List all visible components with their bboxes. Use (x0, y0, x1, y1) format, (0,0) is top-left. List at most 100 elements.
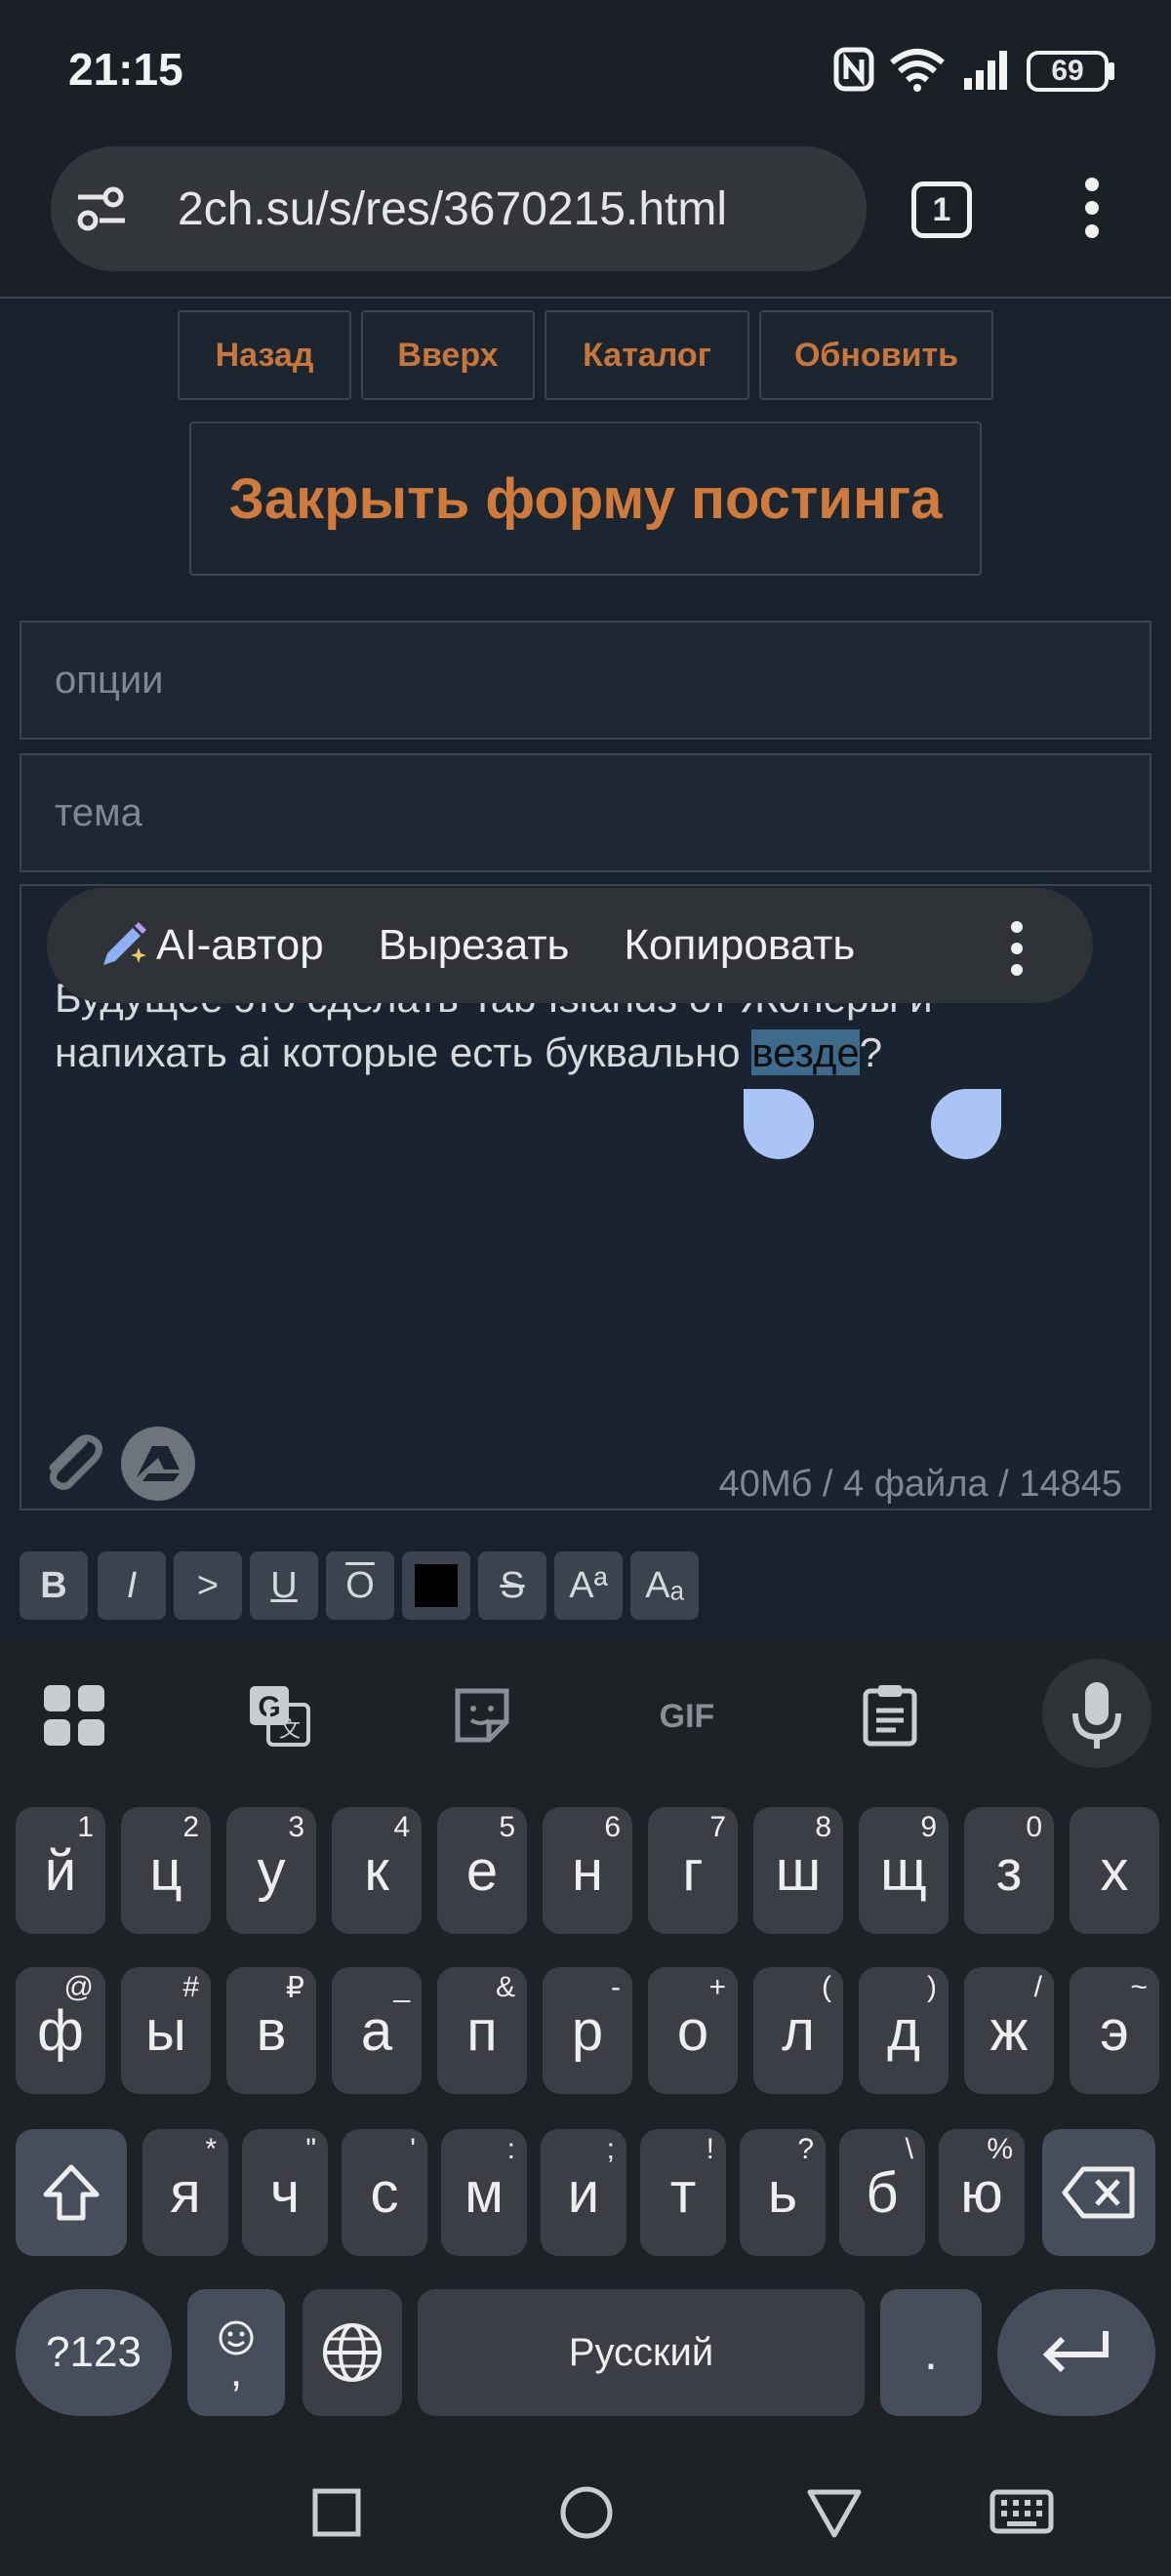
key-label: з (995, 1838, 1023, 1903)
key-label: щ (880, 1838, 927, 1903)
key-row1-10[interactable]: х (1070, 1807, 1159, 1934)
enter-key[interactable] (997, 2289, 1155, 2416)
back-button[interactable]: Назад (178, 310, 351, 400)
key-label: э (1100, 1998, 1129, 2063)
options-input[interactable]: опции (20, 621, 1151, 740)
key-hint: + (708, 1971, 726, 2003)
attach-file-icon[interactable] (33, 1425, 111, 1503)
key-label: б (866, 2160, 899, 2225)
back-nav-icon[interactable] (806, 2484, 863, 2541)
key-row2-6[interactable]: о + (648, 1967, 738, 2094)
subject-input[interactable]: тема (20, 753, 1151, 872)
key-row1-2[interactable]: у3 (226, 1807, 316, 1934)
catalog-button[interactable]: Каталог (545, 310, 749, 400)
key-hint: 3 (288, 1811, 304, 1843)
home-icon[interactable] (558, 2484, 615, 2541)
key-label: а (360, 1998, 393, 2063)
key-label: я (170, 2160, 201, 2225)
key-row2-3[interactable]: а _ (332, 1967, 422, 2094)
key-row2-4[interactable]: п & (437, 1967, 527, 2094)
key-row2-0[interactable]: ф @ (16, 1967, 105, 2094)
key-row2-5[interactable]: р- (543, 1967, 632, 2094)
recents-icon[interactable] (310, 2486, 363, 2539)
url-bar[interactable]: 2ch.su/s/res/3670215.html (51, 146, 867, 271)
strikethrough-button[interactable]: S (478, 1551, 546, 1620)
key-hint: ; (606, 2133, 615, 2165)
underline-button[interactable]: U (250, 1551, 318, 1620)
period-key[interactable]: . (880, 2289, 982, 2416)
key-row1-7[interactable]: ш8 (753, 1807, 843, 1934)
refresh-button[interactable]: Обновить (759, 310, 993, 400)
comment-line-2-suffix: ? (859, 1029, 883, 1075)
key-row1-8[interactable]: щ9 (859, 1807, 949, 1934)
ai-writer-menu-item[interactable]: AI-автор (96, 918, 324, 973)
translate-icon[interactable]: G文 (244, 1680, 314, 1751)
key-hint: 5 (499, 1811, 515, 1843)
tab-switcher-button[interactable]: 1 (911, 181, 972, 238)
subscript-button[interactable]: Aₐ (630, 1551, 699, 1620)
key-row2-8[interactable]: д) (859, 1967, 949, 2094)
key-hint: ' (410, 2133, 416, 2165)
cut-menu-item[interactable]: Вырезать (379, 921, 570, 970)
language-key[interactable] (303, 2289, 402, 2416)
key-hint: 6 (604, 1811, 621, 1843)
quote-button[interactable]: > (174, 1551, 242, 1620)
bold-button[interactable]: B (20, 1551, 88, 1620)
key-row1-0[interactable]: й1 (16, 1807, 105, 1934)
key-row1-9[interactable]: з0 (964, 1807, 1054, 1934)
key-label: л (782, 1998, 815, 2063)
key-row1-3[interactable]: к4 (332, 1807, 422, 1934)
key-row3-6[interactable]: ь? (740, 2129, 826, 2256)
backspace-key[interactable] (1042, 2129, 1155, 2256)
shift-key[interactable] (16, 2129, 127, 2256)
key-row3-7[interactable]: б \ (839, 2129, 925, 2256)
key-label: е (465, 1838, 499, 1903)
key-row2-10[interactable]: э ~ (1070, 1967, 1159, 2094)
space-key[interactable]: Русский (418, 2289, 865, 2416)
key-row1-5[interactable]: н6 (543, 1807, 632, 1934)
selection-handle-start[interactable] (744, 1089, 814, 1159)
key-row3-1[interactable]: ч " (242, 2129, 328, 2256)
key-row1-1[interactable]: ц2 (121, 1807, 211, 1934)
key-label: ф (37, 1998, 84, 2063)
key-row2-9[interactable]: ж / (964, 1967, 1054, 2094)
key-row1-4[interactable]: е5 (437, 1807, 527, 1934)
gif-icon[interactable]: GIF (648, 1680, 726, 1751)
battery-tip (1109, 62, 1114, 80)
spoiler-button[interactable] (402, 1551, 470, 1620)
copy-menu-item[interactable]: Копировать (624, 921, 855, 970)
microphone-icon[interactable] (1042, 1659, 1151, 1768)
key-row3-5[interactable]: т! (640, 2129, 726, 2256)
emoji-comma-key[interactable]: , (187, 2289, 285, 2416)
key-row3-8[interactable]: ю% (939, 2129, 1025, 2256)
drive-upload-icon[interactable] (119, 1425, 197, 1503)
superscript-button[interactable]: Aª (554, 1551, 623, 1620)
key-label: ы (145, 1998, 186, 2063)
italic-button[interactable]: I (98, 1551, 166, 1620)
key-hint: & (495, 1971, 515, 2003)
site-settings-icon[interactable] (74, 181, 129, 236)
clipboard-icon[interactable] (855, 1680, 925, 1751)
key-row3-4[interactable]: и; (541, 2129, 626, 2256)
key-hint: " (305, 2133, 316, 2165)
selection-handle-end[interactable] (931, 1089, 1001, 1159)
overline-button[interactable]: O (326, 1551, 394, 1620)
key-row3-3[interactable]: м: (441, 2129, 527, 2256)
key-row2-1[interactable]: ы # (121, 1967, 211, 2094)
keyboard-switch-icon[interactable] (989, 2484, 1054, 2541)
key-row3-0[interactable]: я * (142, 2129, 228, 2256)
sticker-icon[interactable] (447, 1680, 517, 1751)
comment-line-2: напихать ai которые есть буквально везде… (55, 1026, 1109, 1080)
symbols-key[interactable]: ?123 (16, 2289, 172, 2416)
up-button[interactable]: Вверх (361, 310, 535, 400)
key-label: ч (269, 2160, 301, 2225)
key-hint: # (182, 1971, 199, 2003)
key-row2-2[interactable]: в ₽ (226, 1967, 316, 2094)
close-post-form-button[interactable]: Закрыть форму постинга (189, 422, 982, 576)
key-row1-6[interactable]: г7 (648, 1807, 738, 1934)
browser-menu-icon[interactable] (1073, 178, 1112, 240)
more-options-icon[interactable] (1011, 921, 1023, 976)
apps-grid-icon[interactable] (39, 1680, 109, 1751)
key-row3-2[interactable]: с ' (342, 2129, 427, 2256)
key-row2-7[interactable]: л( (753, 1967, 843, 2094)
